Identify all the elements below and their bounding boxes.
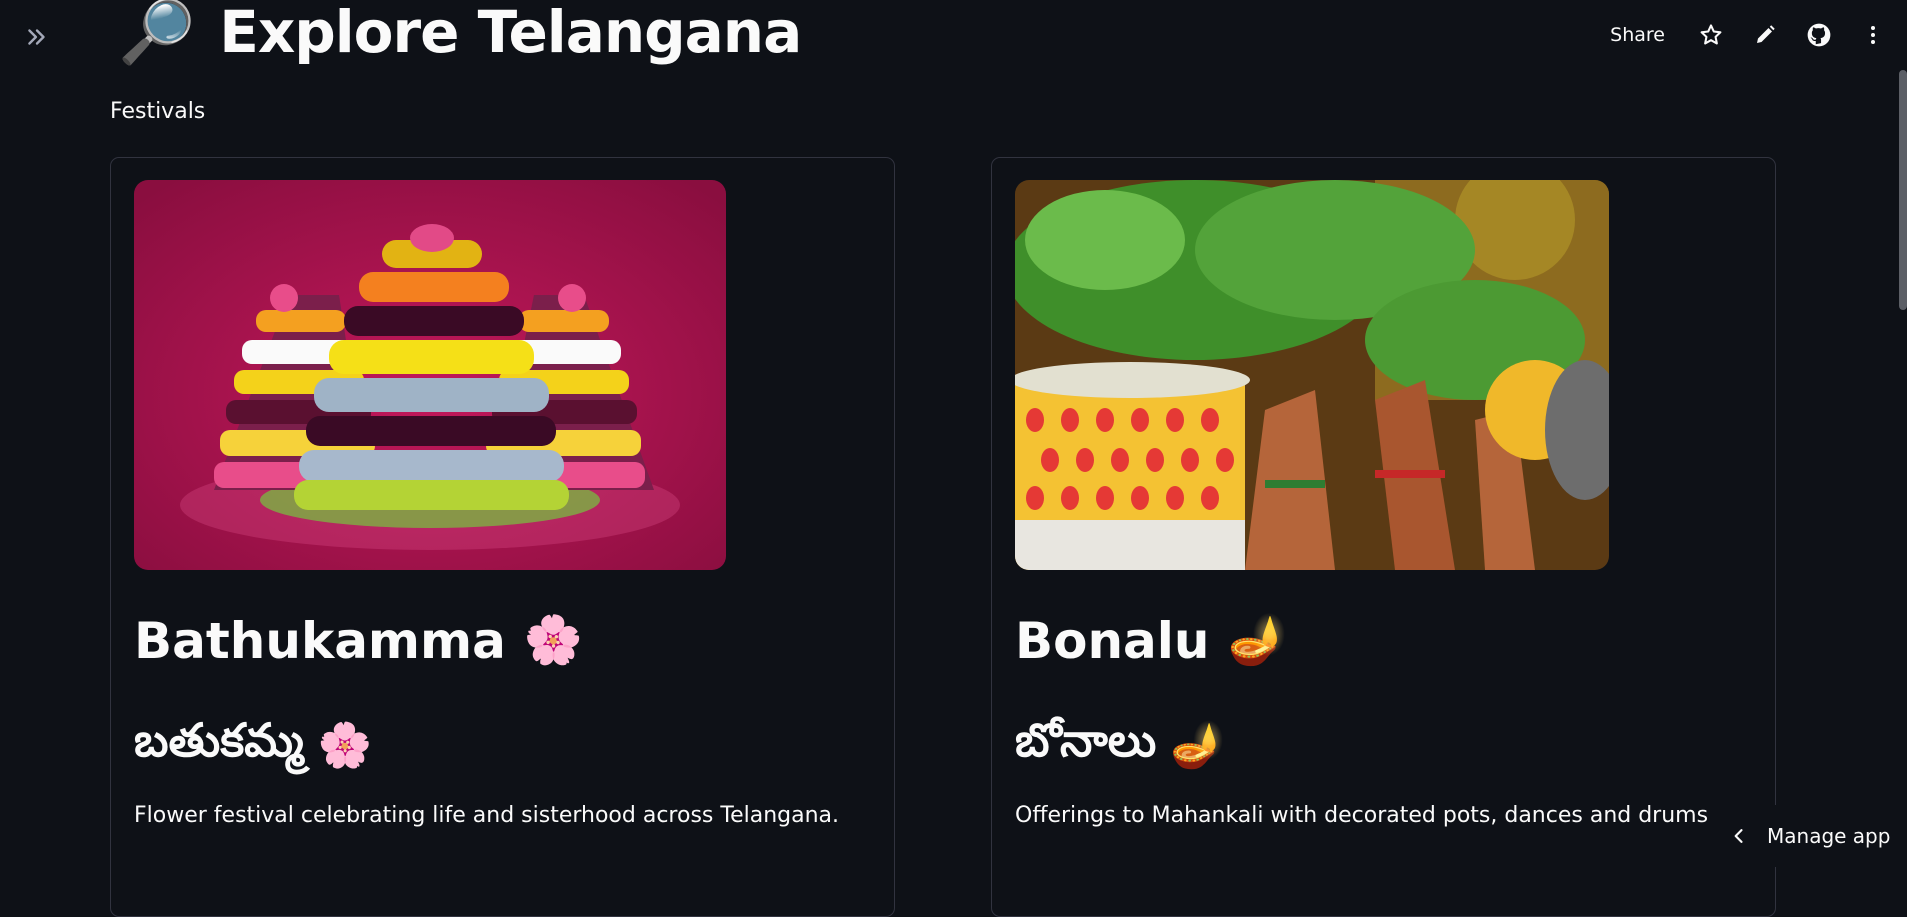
festival-image [1015,180,1609,570]
share-button[interactable]: Share [1610,24,1665,46]
festival-telugu-name: బోనాలు 🪔 [1015,713,1225,779]
double-chevron-right-icon [24,24,50,50]
chevron-left-icon [1729,826,1749,846]
page-scrollbar[interactable] [1899,70,1907,310]
festival-name-text: Bonalu [1015,612,1210,670]
festival-description: Flower festival celebrating life and sis… [134,803,839,828]
festival-card: Bonalu 🪔 బోనాలు 🪔 Offerings to Mahankali… [991,157,1776,917]
diya-lamp-icon: 🪔 [1170,724,1224,768]
festival-telugu-text: బోనాలు [1015,713,1156,779]
festival-name: Bonalu 🪔 [1015,612,1287,670]
festival-name-text: Bathukamma [134,612,506,670]
festival-image [134,180,726,570]
flower-icon: 🌸 [318,724,372,768]
festival-telugu-name: బతుకమ్మ 🌸 [134,713,372,779]
main-menu-button[interactable] [1857,19,1889,51]
festival-name: Bathukamma 🌸 [134,612,583,670]
diya-lamp-icon: 🪔 [1228,617,1287,665]
festival-description: Offerings to Mahankali with decorated po… [1015,803,1715,828]
manage-app-button[interactable]: Manage app [1707,805,1907,867]
star-button[interactable] [1695,19,1727,51]
section-label: Festivals [110,99,205,124]
edit-button[interactable] [1749,19,1781,51]
kebab-menu-icon [1861,23,1885,47]
pencil-icon [1753,23,1777,47]
manage-app-label: Manage app [1767,824,1890,848]
festival-card: Bathukamma 🌸 బతుకమ్మ 🌸 Flower festival c… [110,157,895,917]
magnifier-icon: 🔎 [118,1,195,63]
top-toolbar: Share [1610,14,1889,56]
github-icon [1806,22,1832,48]
page-header: 🔎 Explore Telangana [118,0,801,70]
sidebar-toggle-button[interactable] [22,22,52,52]
page-title: Explore Telangana [219,0,801,66]
flower-icon: 🌸 [524,617,583,665]
festival-telugu-text: బతుకమ్మ [134,713,304,779]
github-button[interactable] [1803,19,1835,51]
star-icon [1698,22,1724,48]
